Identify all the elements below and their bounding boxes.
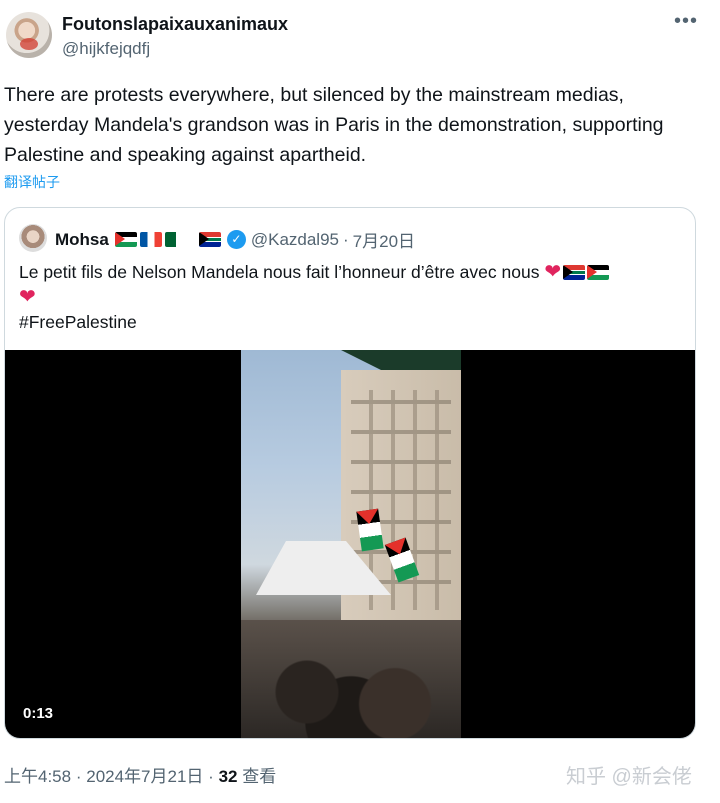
separator-dot: · [208, 767, 214, 786]
translate-post-link[interactable]: 翻译帖子 [4, 172, 60, 192]
video-timestamp: 0:13 [23, 705, 54, 722]
hashtag-link[interactable]: #FreePalestine [19, 312, 137, 332]
tweet-date[interactable]: 2024年7月21日 [86, 767, 203, 786]
author-handle[interactable]: @hijkfejqdfj [62, 39, 150, 59]
quoted-author-handle[interactable]: @Kazdal95 [251, 230, 339, 250]
video-player[interactable]: 0:13 [5, 350, 695, 738]
algeria-flag-icon [164, 232, 187, 247]
watermark: 知乎 @新会佬 [566, 766, 692, 788]
verified-badge-icon: ✓ [226, 230, 246, 249]
video-frame [241, 350, 461, 738]
france-flag-icon [139, 232, 162, 247]
quoted-text-line: Le petit fils de Nelson Mandela nous fai… [19, 262, 540, 282]
name-flags [114, 232, 221, 247]
heart-icon: ❤ [544, 261, 562, 283]
quoted-tweet-card[interactable]: Mohsa ✓ @Kazdal95 · 7月20日 Le petit fils … [4, 207, 696, 739]
views-label: 查看 [242, 767, 277, 786]
views-count: 32 [218, 767, 238, 786]
palestine-flag-icon [114, 232, 137, 247]
building-image [341, 370, 461, 650]
author-display-name[interactable]: Foutonslapaixauxanimaux [62, 14, 288, 35]
south-africa-flag-icon [198, 232, 221, 247]
separator-dot: · [343, 229, 349, 249]
crowd-image [241, 620, 461, 738]
quoted-tweet-date[interactable]: 7月20日 [353, 227, 415, 252]
quoted-author-name[interactable]: Mohsa [55, 230, 109, 250]
author-avatar[interactable] [6, 12, 52, 58]
tweet-time[interactable]: 上午4:58 [4, 767, 71, 786]
heart-icon: ❤ [19, 286, 36, 308]
quoted-tweet-header: Mohsa ✓ @Kazdal95 · 7月20日 [55, 227, 415, 252]
south-africa-flag-icon [563, 265, 586, 280]
ellipsis-icon[interactable]: ••• [672, 11, 700, 34]
separator-dot: · [75, 767, 82, 786]
palestine-flag-icon [587, 265, 610, 280]
quoted-author-avatar[interactable] [19, 224, 47, 252]
tweet-meta: 上午4:58 · 2024年7月21日 · 32 查看 [4, 762, 276, 787]
tweet-text: There are protests everywhere, but silen… [4, 84, 664, 166]
quoted-tweet-text: Le petit fils de Nelson Mandela nous fai… [19, 260, 679, 335]
